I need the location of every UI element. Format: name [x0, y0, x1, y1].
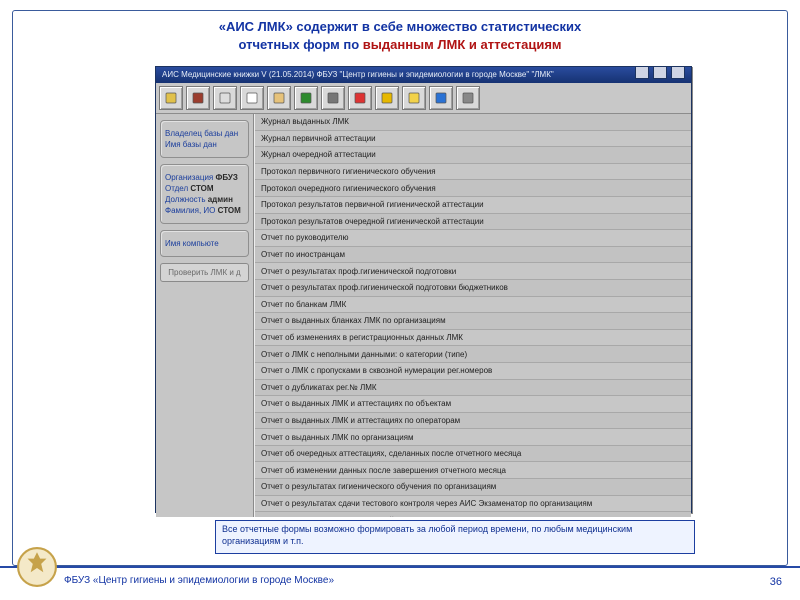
title-line2b: выданным ЛМК и аттестациям: [363, 37, 562, 52]
folder-icon[interactable]: [159, 86, 183, 110]
window-titlebar[interactable]: АИС Медицинские книжки V (21.05.2014) ФБ…: [156, 67, 691, 83]
menu-item[interactable]: Журнал очередной аттестации: [255, 147, 691, 164]
menu-item[interactable]: Протокол первичного гигиенического обуче…: [255, 164, 691, 181]
title-line1: «АИС ЛМК» содержит в себе множество стат…: [219, 19, 582, 34]
menu-item[interactable]: Отчет о результатах гигиенического обуче…: [255, 479, 691, 496]
menu-item[interactable]: Отчет об очередных аттестациях, сделанны…: [255, 446, 691, 463]
new-icon[interactable]: [240, 86, 264, 110]
menu-item[interactable]: Протокол очередного гигиенического обуче…: [255, 180, 691, 197]
org-group: Организация ФБУЗ Отдел СТОМ Должность ад…: [160, 164, 249, 224]
menu-item[interactable]: Отчет об изменениях в регистрационных да…: [255, 330, 691, 347]
menu-item[interactable]: Отчет о ЛМК с неполными данными: о катег…: [255, 346, 691, 363]
comp-group: Имя компьюте: [160, 230, 249, 257]
footnote-box: Все отчетные формы возможно формировать …: [215, 520, 695, 554]
hand-icon[interactable]: [267, 86, 291, 110]
page-number: 36: [770, 576, 782, 588]
toolbar: [156, 83, 691, 114]
window-title: АИС Медицинские книжки V (21.05.2014) ФБ…: [162, 67, 554, 83]
check-button[interactable]: Проверить ЛМК и д: [160, 263, 249, 282]
star-icon[interactable]: [375, 86, 399, 110]
org-logo-icon: [16, 546, 58, 588]
fio-row: Фамилия, ИО СТОМ: [165, 206, 244, 215]
menu-item[interactable]: Журнал первичной аттестации: [255, 131, 691, 148]
owner-label: Владелец базы дан: [165, 129, 244, 138]
title-line2a: отчетных форм по: [238, 37, 362, 52]
menu-item[interactable]: Отчет о выданных бланках ЛМК по организа…: [255, 313, 691, 330]
menu-item[interactable]: Отчет по бланкам ЛМК: [255, 297, 691, 314]
slide: «АИС ЛМК» содержит в себе множество стат…: [0, 0, 800, 600]
menu-item[interactable]: Отчет о деятельности медицинской организ…: [255, 512, 691, 517]
comp-label: Имя компьюте: [165, 239, 244, 248]
dept-row: Отдел СТОМ: [165, 184, 244, 193]
gear-icon[interactable]: [321, 86, 345, 110]
menu-item[interactable]: Отчет о выданных ЛМК и аттестациях по оп…: [255, 413, 691, 430]
mail-icon[interactable]: [402, 86, 426, 110]
app-body: Владелец базы дан Имя базы дан Организац…: [156, 114, 691, 517]
menu-item[interactable]: Протокол результатов очередной гигиениче…: [255, 214, 691, 231]
left-panel: Владелец базы дан Имя базы дан Организац…: [156, 114, 254, 517]
footer-divider: [0, 566, 800, 568]
post-row: Должность админ: [165, 195, 244, 204]
menu-item[interactable]: Отчет о результатах проф.гигиенической п…: [255, 280, 691, 297]
app-window: АИС Медицинские книжки V (21.05.2014) ФБ…: [155, 66, 692, 513]
menu-item[interactable]: Отчет о результатах сдачи тестового конт…: [255, 496, 691, 513]
menu-item[interactable]: Отчет о результатах проф.гигиенической п…: [255, 263, 691, 280]
maximize-button[interactable]: [653, 66, 667, 79]
window-controls: [633, 66, 685, 85]
db-group: Владелец базы дан Имя базы дан: [160, 120, 249, 158]
books-icon[interactable]: [186, 86, 210, 110]
report-menu: Журнал выданных ЛМКЖурнал первичной атте…: [254, 114, 691, 517]
minimize-button[interactable]: [635, 66, 649, 79]
menu-item[interactable]: Отчет по иностранцам: [255, 247, 691, 264]
doc-icon[interactable]: [213, 86, 237, 110]
menu-item[interactable]: Протокол результатов первичной гигиениче…: [255, 197, 691, 214]
footer-org: ФБУЗ «Центр гигиены и эпидемиологии в го…: [64, 575, 334, 586]
org-row: Организация ФБУЗ: [165, 173, 244, 182]
checks-icon[interactable]: [294, 86, 318, 110]
menu-item[interactable]: Журнал выданных ЛМК: [255, 114, 691, 131]
menu-item[interactable]: Отчет о выданных ЛМК по организациям: [255, 429, 691, 446]
slide-title: «АИС ЛМК» содержит в себе множество стат…: [60, 18, 740, 53]
report-icon[interactable]: [348, 86, 372, 110]
dbname-label: Имя базы дан: [165, 140, 244, 149]
menu-item[interactable]: Отчет по руководителю: [255, 230, 691, 247]
close-button[interactable]: [671, 66, 685, 79]
menu-item[interactable]: Отчет о выданных ЛМК и аттестациях по об…: [255, 396, 691, 413]
menu-item[interactable]: Отчет об изменении данных после завершен…: [255, 462, 691, 479]
menu-item[interactable]: Отчет о дубликатах рег.№ ЛМК: [255, 380, 691, 397]
medic-icon[interactable]: [429, 86, 453, 110]
db-icon[interactable]: [456, 86, 480, 110]
menu-item[interactable]: Отчет о ЛМК с пропусками в сквозной нуме…: [255, 363, 691, 380]
